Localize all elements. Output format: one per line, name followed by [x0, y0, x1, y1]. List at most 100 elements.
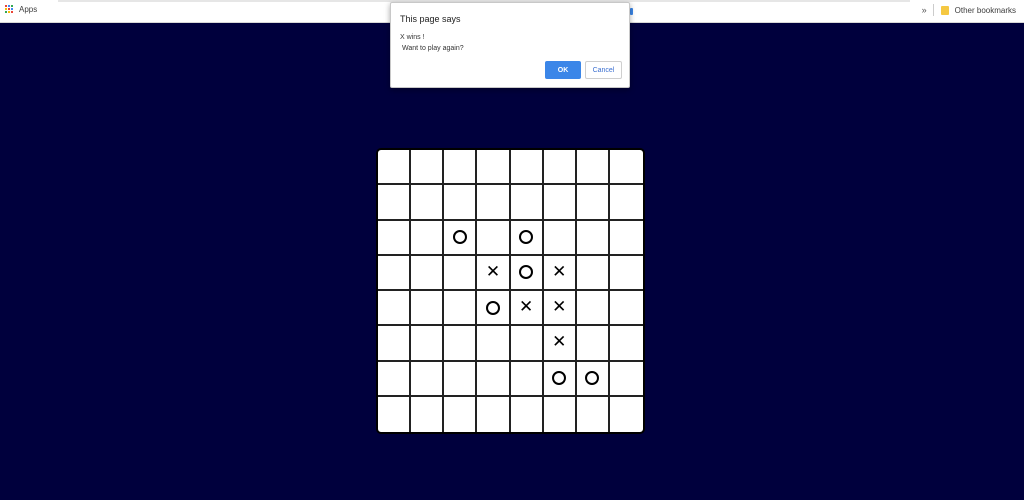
apps-grid-dot — [5, 11, 7, 13]
x-mark-icon: ✕ — [552, 297, 567, 318]
apps-grid-dot — [11, 8, 13, 10]
board-cell[interactable] — [609, 362, 643, 397]
apps-grid-dot — [5, 5, 7, 7]
bookmarks-separator — [932, 4, 934, 16]
board-cell[interactable] — [510, 220, 544, 256]
board-cell[interactable] — [444, 185, 478, 221]
board-cell[interactable] — [411, 255, 445, 291]
board-cell[interactable] — [576, 150, 610, 186]
board-cell[interactable] — [444, 255, 478, 291]
x-mark-icon: ✕ — [552, 261, 567, 282]
apps-label: Apps — [19, 5, 38, 14]
o-mark-icon — [519, 230, 534, 245]
dialog-message-line1: X wins ! — [400, 34, 425, 41]
board-cell[interactable] — [411, 291, 445, 327]
board-cell[interactable] — [609, 291, 643, 327]
board-cell[interactable] — [477, 326, 511, 362]
board-cell[interactable] — [411, 326, 445, 362]
board-cell[interactable] — [511, 396, 544, 432]
apps-grid-dot — [11, 11, 13, 13]
apps-grid-dot — [11, 5, 13, 7]
board-cell[interactable] — [378, 255, 412, 291]
board-cell[interactable] — [411, 396, 445, 432]
board-cell[interactable] — [510, 361, 544, 397]
board-cell[interactable] — [576, 361, 610, 397]
board-cell[interactable] — [510, 185, 544, 221]
board-cell[interactable] — [411, 220, 445, 256]
board-cell[interactable] — [411, 185, 445, 221]
board-cell[interactable] — [477, 150, 511, 186]
o-mark-icon — [552, 371, 567, 386]
board-cell[interactable]: ✕ — [543, 291, 577, 327]
board-cell[interactable] — [609, 326, 643, 362]
loading-indicator-icon — [630, 8, 633, 15]
o-mark-icon — [585, 371, 600, 386]
board-cell[interactable] — [411, 150, 445, 186]
board-cell[interactable] — [610, 397, 643, 432]
x-mark-icon: ✕ — [552, 332, 567, 353]
x-mark-icon: ✕ — [485, 261, 501, 282]
o-mark-icon — [519, 265, 534, 280]
board-cell[interactable] — [378, 220, 412, 256]
alert-dialog: This page says X wins ! Want to play aga… — [390, 2, 630, 88]
board-cell[interactable] — [609, 221, 643, 256]
board-cell[interactable]: ✕ — [543, 326, 577, 362]
apps-grid-dot — [5, 8, 7, 10]
board-cell[interactable] — [444, 291, 478, 327]
board-cell[interactable] — [444, 361, 478, 397]
other-bookmarks-label[interactable]: Other bookmarks — [955, 6, 1016, 15]
board-cell[interactable] — [477, 291, 511, 327]
board-cell[interactable] — [510, 326, 544, 362]
board-cell[interactable] — [609, 150, 643, 186]
board-cell[interactable] — [444, 150, 478, 186]
board-cell[interactable] — [576, 291, 610, 327]
board-cell[interactable] — [544, 396, 577, 432]
board-cell[interactable]: ✕ — [477, 255, 511, 291]
board-cell[interactable] — [378, 361, 412, 397]
board-cell[interactable] — [378, 150, 412, 186]
board-cell[interactable] — [378, 185, 412, 221]
board-cell[interactable] — [576, 255, 610, 291]
x-mark-icon: ✕ — [518, 297, 534, 318]
dialog-message-line2: Want to play again? — [402, 45, 464, 52]
apps-grid-dot — [8, 8, 10, 10]
board-cell[interactable] — [477, 396, 511, 432]
board-cell[interactable] — [444, 396, 478, 432]
board-cell[interactable] — [378, 326, 412, 362]
cancel-button[interactable]: Cancel — [585, 61, 622, 79]
apps-grid-dot — [8, 5, 10, 7]
board-cell[interactable] — [444, 220, 478, 256]
board-cell[interactable] — [477, 185, 511, 221]
o-mark-icon — [485, 300, 500, 315]
board-cell[interactable] — [576, 220, 610, 256]
board-cell[interactable] — [444, 326, 478, 362]
dialog-message: X wins ! Want to play again? — [400, 32, 464, 54]
board-cell[interactable] — [378, 291, 412, 327]
board-cell[interactable]: ✕ — [510, 291, 544, 327]
board-cell[interactable] — [576, 326, 610, 362]
board-cell[interactable] — [609, 185, 643, 221]
apps-grid-dot — [8, 11, 10, 13]
o-mark-icon — [452, 230, 467, 245]
board-cell[interactable] — [609, 256, 643, 291]
board-cell[interactable] — [477, 361, 511, 397]
board-cell[interactable] — [411, 361, 445, 397]
apps-grid-icon — [5, 5, 14, 14]
apps-shortcut[interactable]: Apps — [5, 5, 37, 14]
game-board: ✕ ✕ ✕ ✕ ✕ — [376, 148, 645, 434]
board-cell[interactable]: ✕ — [543, 255, 577, 291]
ok-button[interactable]: OK — [545, 61, 581, 79]
board-cell[interactable] — [576, 185, 610, 221]
board-cell[interactable] — [510, 255, 544, 291]
bookmarks-overflow-chevron-icon[interactable]: » — [922, 5, 927, 15]
board-cell[interactable] — [543, 220, 577, 256]
folder-icon — [940, 5, 949, 15]
board-cell[interactable] — [543, 185, 577, 221]
board-cell[interactable] — [477, 220, 511, 256]
dialog-title: This page says — [400, 14, 461, 24]
board-cell[interactable] — [543, 361, 577, 397]
board-cell[interactable] — [510, 150, 544, 186]
board-cell[interactable] — [378, 396, 412, 432]
board-cell[interactable] — [543, 150, 577, 186]
board-cell[interactable] — [577, 396, 610, 432]
